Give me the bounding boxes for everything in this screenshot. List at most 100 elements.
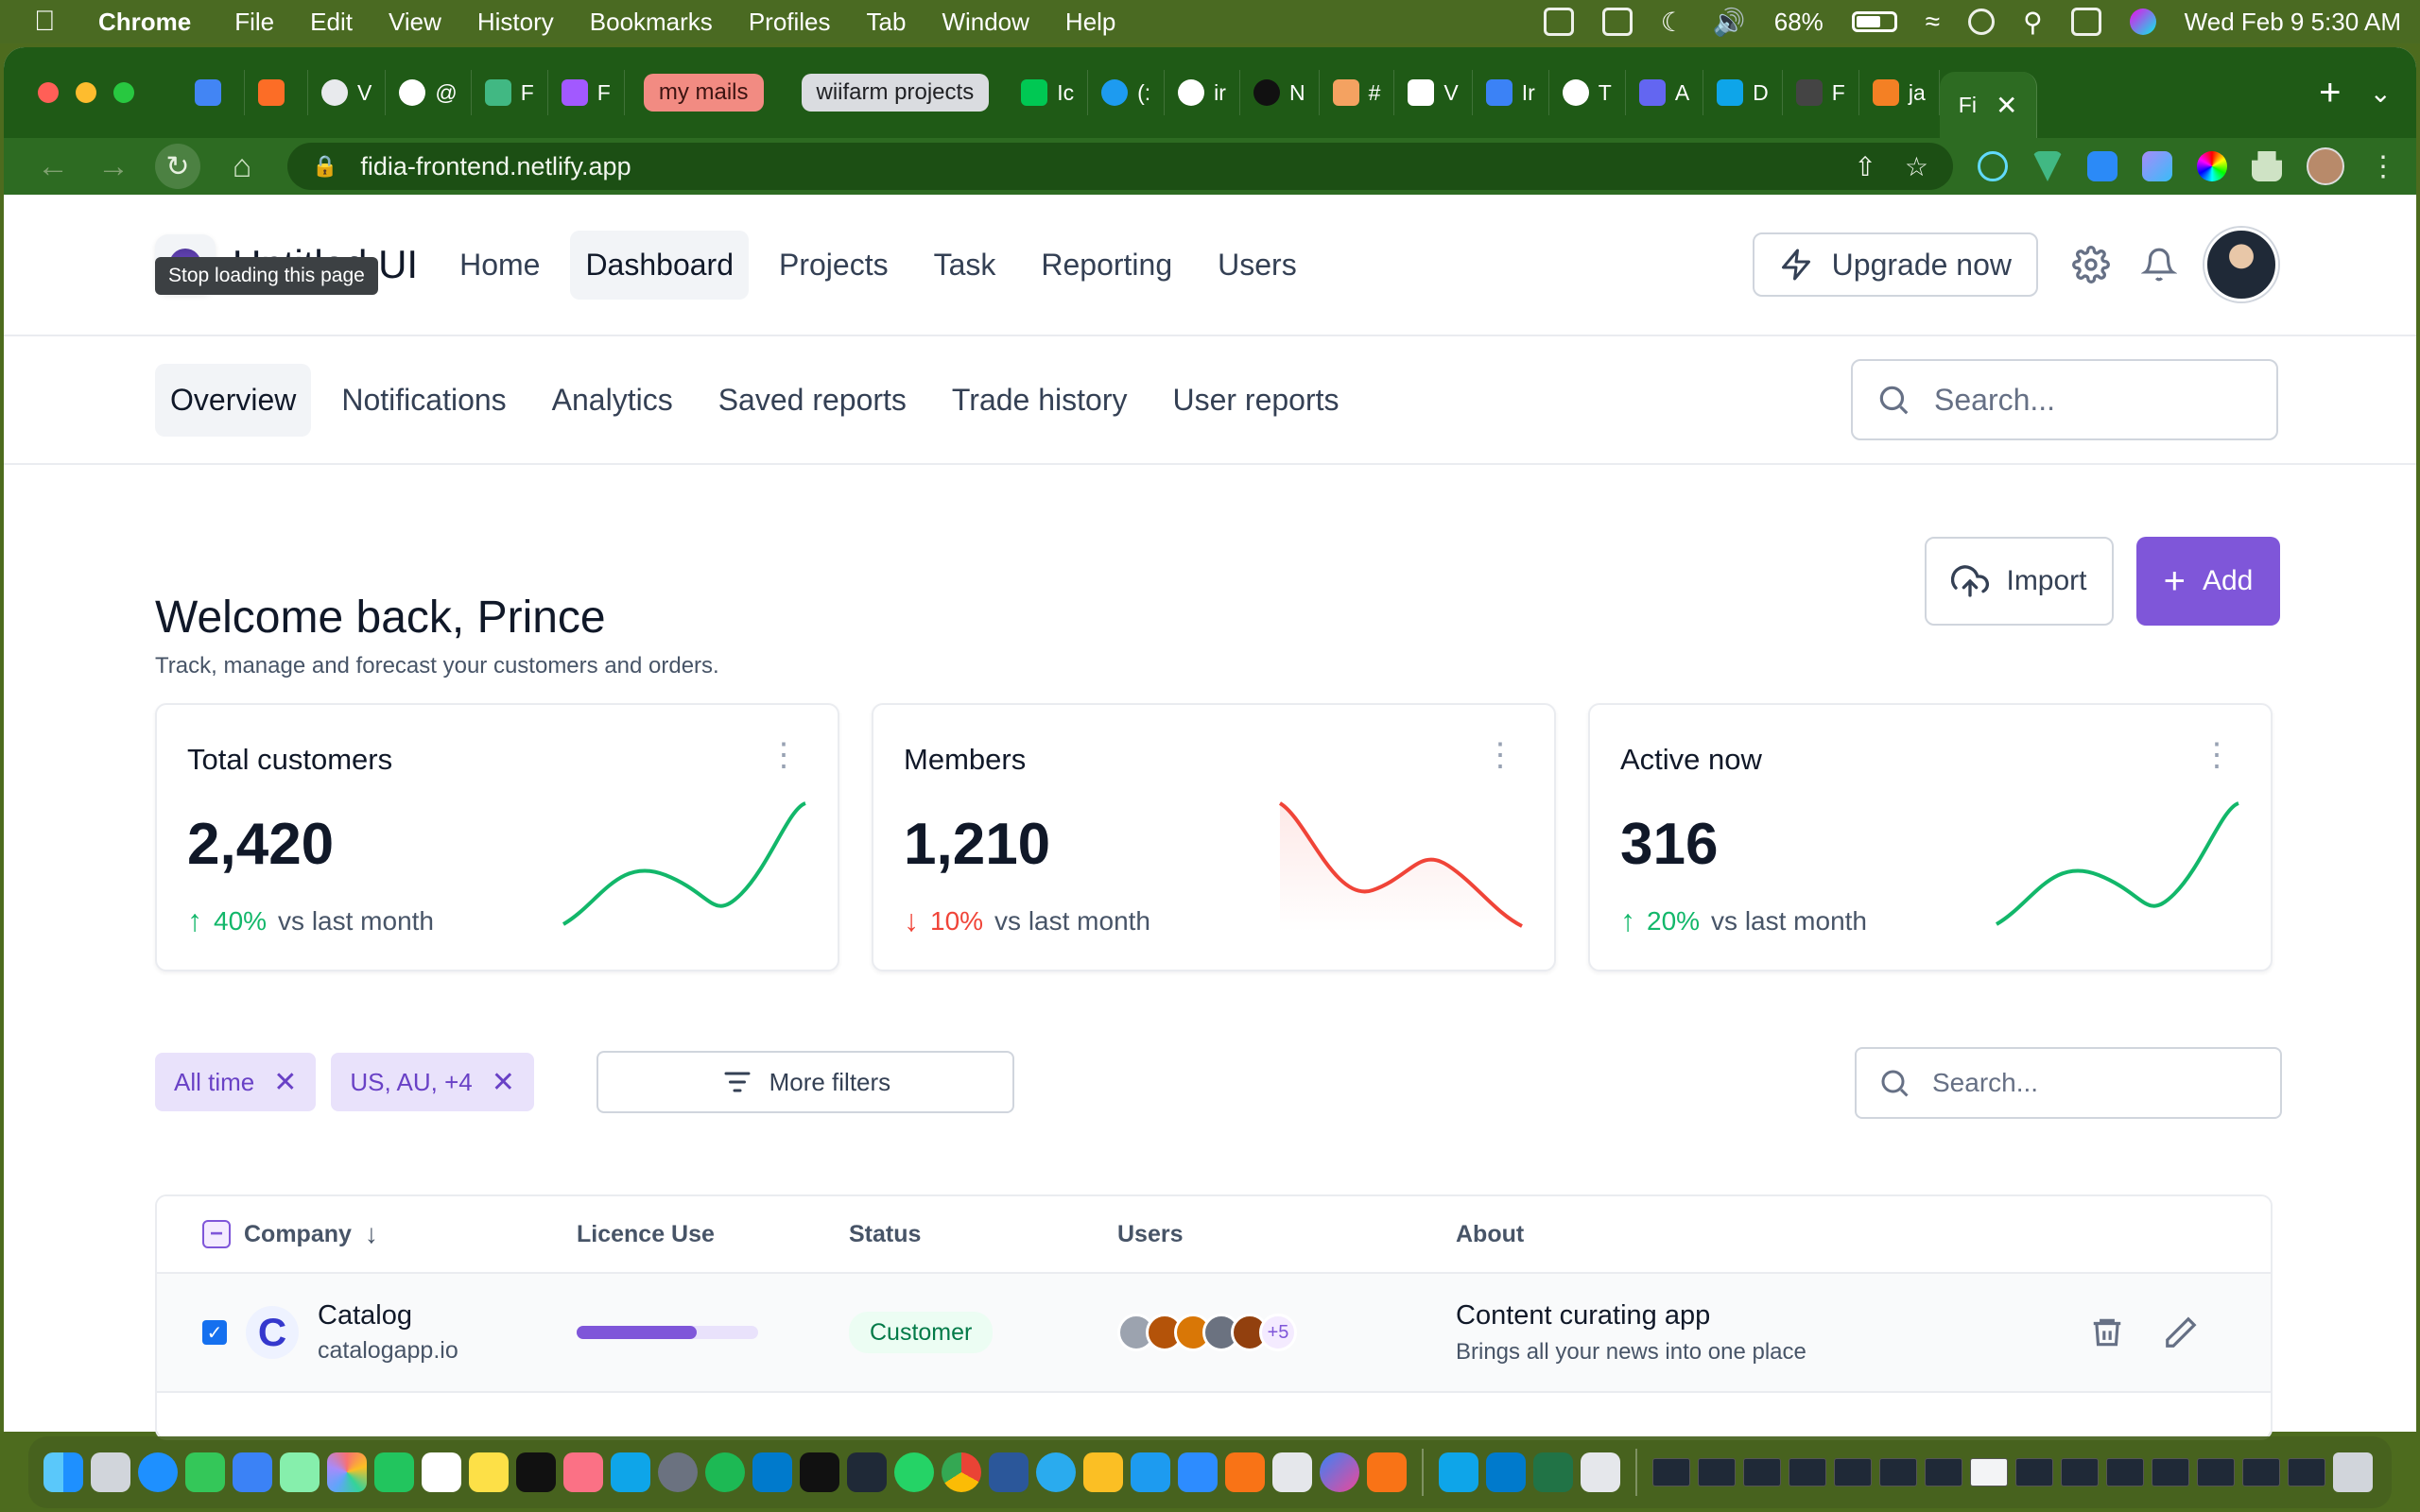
nav-dashboard[interactable]: Dashboard	[570, 230, 749, 300]
zoom-icon[interactable]	[1178, 1452, 1218, 1492]
tab-trade-history[interactable]: Trade history	[937, 364, 1143, 437]
more-vertical-icon[interactable]: ⋮	[768, 739, 800, 771]
home-button[interactable]: ⌂	[212, 148, 272, 185]
trash-icon[interactable]	[2089, 1314, 2125, 1350]
tab-user-reports[interactable]: User reports	[1157, 364, 1354, 437]
screen-share-icon[interactable]	[1543, 8, 1574, 36]
tab[interactable]: #	[1320, 70, 1395, 115]
search-input[interactable]: Search...	[1851, 359, 2278, 440]
nav-projects[interactable]: Projects	[764, 231, 904, 300]
column-company[interactable]: − Company ↓	[157, 1219, 577, 1249]
tab[interactable]	[182, 70, 245, 115]
menu-clock[interactable]: Wed Feb 9 5:30 AM	[2185, 8, 2401, 37]
close-window-button[interactable]	[38, 82, 59, 103]
tab[interactable]: F	[472, 70, 548, 115]
back-button[interactable]: ←	[23, 148, 83, 185]
tab-group-my-mails[interactable]: my mails	[643, 74, 764, 112]
apple-menu-icon[interactable]: 	[34, 6, 66, 38]
menu-history[interactable]: History	[477, 8, 554, 37]
reload-icon[interactable]: ↻	[155, 144, 200, 189]
minimized-window[interactable]	[1834, 1458, 1872, 1486]
select-all-checkbox[interactable]: −	[202, 1220, 231, 1248]
chrome-icon[interactable]	[942, 1452, 981, 1492]
minimized-window[interactable]	[1652, 1458, 1690, 1486]
url-text[interactable]: fidia-frontend.netlify.app	[360, 152, 631, 181]
minimized-window[interactable]	[1879, 1458, 1917, 1486]
tab[interactable]: A	[1626, 70, 1704, 115]
volume-icon[interactable]: 🔊	[1713, 7, 1746, 38]
nav-users[interactable]: Users	[1202, 231, 1312, 300]
minimize-window-button[interactable]	[76, 82, 96, 103]
browser-menu-icon[interactable]: ⋮	[2369, 150, 2397, 183]
tab[interactable]: V	[1394, 70, 1473, 115]
sort-arrow-down-icon[interactable]: ↓	[365, 1219, 378, 1249]
filter-chip-countries[interactable]: US, AU, +4 ✕	[331, 1053, 534, 1111]
react-devtools-icon[interactable]	[1978, 151, 2008, 181]
new-tab-button[interactable]: +	[2319, 72, 2341, 114]
menu-file[interactable]: File	[234, 8, 274, 37]
tab[interactable]: V	[308, 70, 387, 115]
close-tab-icon[interactable]: ✕	[1996, 90, 2017, 121]
color-wheel-icon[interactable]	[2197, 151, 2227, 181]
telegram-icon[interactable]	[1036, 1452, 1076, 1492]
nav-reporting[interactable]: Reporting	[1026, 231, 1187, 300]
minimized-window[interactable]	[1789, 1458, 1826, 1486]
menu-view[interactable]: View	[389, 8, 441, 37]
user-avatar[interactable]	[2204, 228, 2278, 301]
tab[interactable]: @	[386, 70, 472, 115]
table-row[interactable]: ✓ C Catalog catalogapp.io Customer +5 Co…	[157, 1272, 2271, 1391]
more-vertical-icon[interactable]: ⋮	[1484, 739, 1516, 771]
tab[interactable]: ir	[1165, 70, 1240, 115]
tab-notifications[interactable]: Notifications	[326, 364, 521, 437]
messenger-icon[interactable]	[1320, 1452, 1359, 1492]
twitter-icon[interactable]	[1131, 1452, 1170, 1492]
tab[interactable]: Ic	[1008, 70, 1089, 115]
minimized-window[interactable]	[1925, 1458, 1962, 1486]
pencil-app-icon[interactable]	[1225, 1452, 1265, 1492]
company-url[interactable]: catalogapp.io	[318, 1337, 458, 1365]
user-avatar-group[interactable]: +5	[1117, 1314, 1456, 1351]
control-center-icon[interactable]	[2070, 8, 2101, 36]
color-picker-icon[interactable]	[2142, 151, 2172, 181]
notes-icon[interactable]	[469, 1452, 509, 1492]
nav-home[interactable]: Home	[444, 231, 555, 300]
word-icon[interactable]	[989, 1452, 1028, 1492]
menu-tab[interactable]: Tab	[867, 8, 907, 37]
menu-profiles[interactable]: Profiles	[749, 8, 831, 37]
display-icon[interactable]	[1601, 8, 1633, 36]
spotlight-search-icon[interactable]: ⚲	[2023, 7, 2043, 38]
forward-button[interactable]: →	[83, 148, 144, 185]
app-store-icon[interactable]	[611, 1452, 650, 1492]
tab[interactable]: F	[548, 70, 625, 115]
maps-icon[interactable]	[280, 1452, 320, 1492]
calendar-icon[interactable]	[422, 1452, 461, 1492]
activity-monitor-icon[interactable]	[847, 1452, 887, 1492]
vscode-icon[interactable]	[752, 1452, 792, 1492]
apple-tv-icon[interactable]	[516, 1452, 556, 1492]
mail-icon[interactable]	[233, 1452, 272, 1492]
share-icon[interactable]: ⇧	[1854, 151, 1876, 182]
menu-help[interactable]: Help	[1065, 8, 1115, 37]
meet-icon[interactable]	[1083, 1452, 1123, 1492]
tab-analytics[interactable]: Analytics	[537, 364, 688, 437]
edit-pencil-icon[interactable]	[2163, 1314, 2199, 1350]
minimized-window[interactable]	[2015, 1458, 2053, 1486]
lock-icon[interactable]: 🔒	[312, 154, 337, 179]
spotify-icon[interactable]	[705, 1452, 745, 1492]
extension-icon[interactable]	[2087, 151, 2118, 181]
terminal-icon[interactable]	[800, 1452, 839, 1492]
minimized-window[interactable]	[1743, 1458, 1781, 1486]
minimized-window[interactable]	[1698, 1458, 1736, 1486]
finder-icon[interactable]	[43, 1452, 83, 1492]
trash-icon[interactable]	[2333, 1452, 2373, 1492]
add-button[interactable]: + Add	[2136, 537, 2280, 626]
notification-bell-icon[interactable]	[2136, 242, 2182, 287]
moon-icon[interactable]: ☾	[1661, 7, 1685, 38]
wifi-icon[interactable]: ≈	[1926, 7, 1940, 37]
settings-gear-icon[interactable]	[2068, 242, 2114, 287]
music-icon[interactable]	[563, 1452, 603, 1492]
close-icon[interactable]: ✕	[273, 1066, 297, 1099]
tab-group-wiifarm-projects[interactable]: wiifarm projects	[801, 74, 990, 112]
table-search-input[interactable]: Search...	[1855, 1047, 2282, 1119]
excel-icon[interactable]	[1533, 1452, 1573, 1492]
